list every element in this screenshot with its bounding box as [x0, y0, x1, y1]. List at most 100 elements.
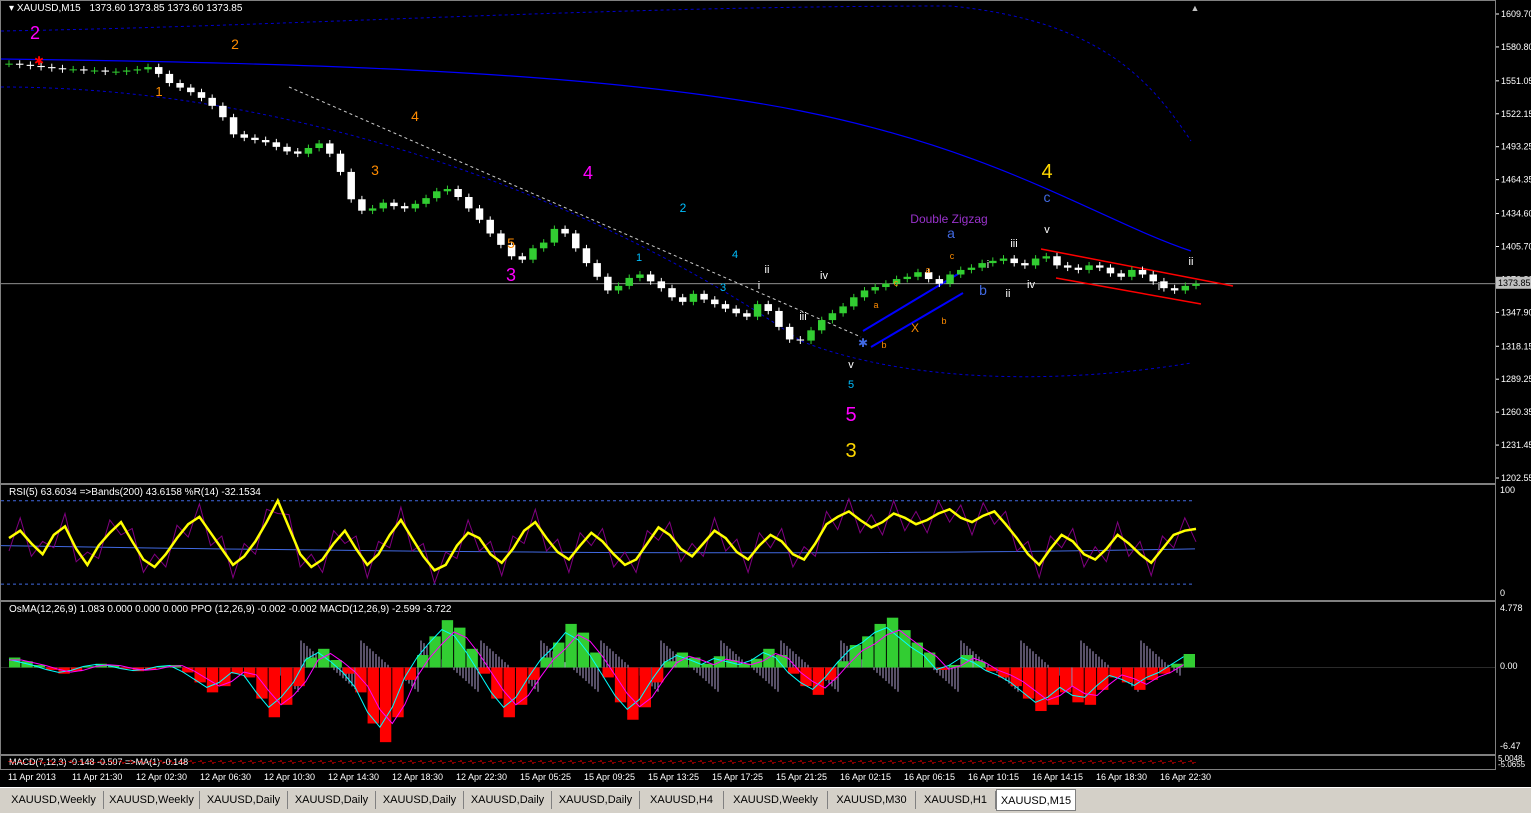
candle-body — [1074, 267, 1083, 270]
price-chart[interactable]: 2214353421 43iiiiviiiv553abcXabcaDouble Z… — [1, 1, 1495, 483]
candle-body — [15, 63, 24, 65]
time-axis[interactable]: 11 Apr 2013 11 Apr 21:30 12 Apr 02:30 12 Ap… — [0, 770, 1496, 786]
osma-bar — [441, 620, 454, 668]
osma-bar — [318, 648, 330, 668]
chart-tab[interactable]: XAUUSD,Daily — [552, 791, 640, 809]
candle-body — [956, 269, 965, 275]
chart-tab[interactable]: XAUUSD,Daily — [200, 791, 288, 809]
candle-body — [1010, 258, 1018, 264]
wave-label: 3 — [506, 265, 516, 285]
chart-tab[interactable]: XAUUSD,Daily — [376, 791, 464, 809]
wave-label: i — [758, 280, 760, 292]
price-tick-label: 1260.35 — [1501, 407, 1531, 417]
time-tick-label: 12 Apr 22:30 — [456, 772, 508, 782]
wave-label: ii — [765, 264, 770, 276]
chart-tab[interactable]: XAUUSD,Weekly — [4, 791, 104, 809]
wave-label: 5 — [848, 379, 854, 391]
macd-pane[interactable]: MACD(7,12,3) -0.148 -0.507 =>MA(1) -0.14… — [0, 755, 1496, 770]
star-marker-icon: ✱ — [858, 336, 868, 350]
wave-label: 5 — [507, 235, 515, 251]
candle-body — [989, 260, 997, 264]
candle-body — [443, 189, 452, 192]
osma-tick-top: 4.778 — [1500, 603, 1523, 613]
candle-body — [1063, 265, 1072, 268]
wave-label: c — [950, 251, 955, 261]
time-tick-label: 12 Apr 14:30 — [328, 772, 380, 782]
candle-body — [251, 137, 259, 141]
candle-body — [561, 228, 569, 234]
osma-bar — [639, 667, 651, 708]
wave-label: iv — [1027, 279, 1035, 291]
osma-bar — [417, 655, 429, 668]
candle-body — [711, 299, 719, 305]
wave-label: v — [1044, 224, 1050, 236]
osma-bar — [540, 657, 553, 668]
candle-body — [1117, 273, 1125, 277]
candle-body — [967, 267, 976, 270]
time-tick-label: 15 Apr 17:25 — [712, 772, 764, 782]
wave-label: i — [987, 259, 989, 271]
wave-label: 3 — [371, 162, 379, 178]
candle-body — [1192, 283, 1200, 286]
candle-body — [229, 117, 238, 135]
chart-tab[interactable]: XAUUSD,H1 — [916, 791, 996, 809]
candle-body — [796, 339, 805, 341]
rsi-pane[interactable]: RSI(5) 63.6034 =>Bands(200) 43.6158 %R(1… — [0, 484, 1496, 601]
candle-body — [999, 258, 1008, 261]
time-tick-label: 15 Apr 05:25 — [520, 772, 572, 782]
chart-tab[interactable]: XAUUSD,H4 — [640, 791, 724, 809]
shift-end-icon: ▲ — [1191, 3, 1200, 13]
time-tick-label: 12 Apr 06:30 — [200, 772, 252, 782]
osma-bar — [899, 630, 911, 668]
price-tick-label: 1609.70 — [1501, 9, 1531, 19]
price-tick-label: 1347.90 — [1501, 307, 1531, 317]
chart-tab[interactable]: XAUUSD,Weekly — [724, 791, 828, 809]
wave-label: 3 — [720, 282, 726, 294]
candle-body — [604, 276, 612, 291]
blue-channel-lower — [870, 292, 964, 348]
macd-scale[interactable]: 5.0048 -5.0655 — [1496, 754, 1531, 770]
time-tick-label: 16 Apr 06:15 — [904, 772, 956, 782]
osma-pane[interactable]: OsMA(12,26,9) 1.083 0.000 0.000 0.000 PP… — [0, 601, 1496, 755]
candle-body — [283, 146, 291, 152]
wave-label: iii — [1010, 238, 1017, 250]
price-tick-label: 1522.15 — [1501, 109, 1531, 119]
candle-body — [1128, 269, 1136, 277]
osma-bar — [1035, 667, 1047, 712]
chart-tab[interactable]: XAUUSD,Daily — [464, 791, 552, 809]
price-tick-label: 1405.70 — [1501, 241, 1531, 251]
candle-body — [668, 288, 676, 298]
candle-body — [368, 208, 377, 211]
time-tick-label: 15 Apr 21:25 — [776, 772, 828, 782]
time-tick-label: 16 Apr 18:30 — [1096, 772, 1148, 782]
osma-bar — [627, 667, 639, 720]
candle-body — [850, 297, 858, 307]
macd-chart[interactable] — [1, 756, 1495, 769]
candle-body — [1138, 269, 1147, 275]
osma-scale[interactable]: 4.778 0.00 -6.47 — [1496, 601, 1531, 755]
candle-body — [261, 140, 270, 143]
candle-body — [743, 313, 751, 317]
wave-label: a — [873, 300, 878, 310]
osma-bar — [466, 648, 478, 668]
wave-label: c — [894, 278, 899, 288]
candle-body — [946, 274, 954, 284]
rsi-scale[interactable]: 100 0 — [1496, 484, 1531, 601]
chart-tab[interactable]: XAUUSD,M30 — [828, 791, 916, 809]
osma-tick-bottom: -6.47 — [1500, 741, 1521, 751]
candle-body — [422, 198, 430, 204]
candle-body — [454, 189, 462, 197]
candle-body — [80, 69, 88, 71]
price-scale[interactable]: 1609.70 1580.80 1551.05 1522.15 1493.25 1464.… — [1496, 0, 1531, 484]
wave-label: a — [925, 265, 930, 275]
candle-body — [101, 70, 109, 72]
chart-tab[interactable]: XAUUSD,Weekly — [104, 791, 200, 809]
candle-body — [518, 256, 527, 260]
rsi-chart[interactable] — [1, 485, 1495, 600]
chart-tab[interactable]: XAUUSD,Daily — [288, 791, 376, 809]
price-pane[interactable]: ▾ XAUUSD,M15 1373.60 1373.85 1373.60 137… — [0, 0, 1496, 484]
wave-label: Double Zigzag — [910, 212, 987, 226]
chart-tab[interactable]: XAUUSD,M15 — [996, 789, 1076, 811]
osma-chart[interactable] — [1, 602, 1495, 754]
osma-bar — [1183, 653, 1195, 668]
